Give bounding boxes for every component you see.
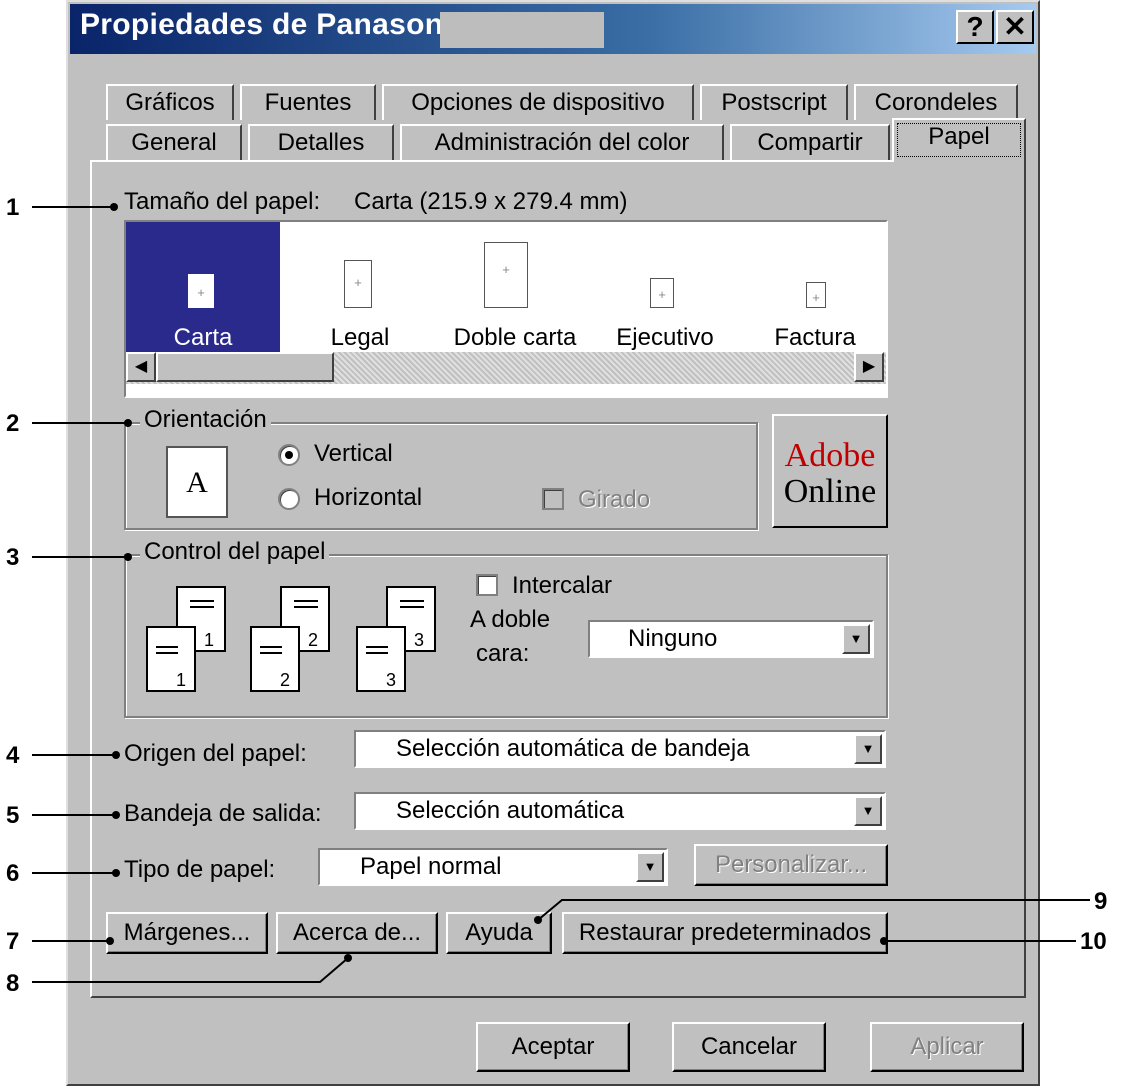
- chevron-down-icon[interactable]: ▼: [854, 796, 882, 826]
- duplex-label-line1: A doble: [470, 606, 551, 633]
- callout-line: [32, 814, 116, 816]
- paper-type-value: Papel normal: [360, 853, 502, 880]
- adobe-online-text: Online: [783, 473, 877, 510]
- tab-opciones-dispositivo[interactable]: Opciones de dispositivo: [382, 84, 694, 120]
- output-tray-value: Selección automática: [396, 797, 625, 824]
- apply-button[interactable]: Aplicar: [870, 1022, 1024, 1072]
- callout-9-leader: [534, 899, 1090, 924]
- about-button[interactable]: Acerca de...: [276, 912, 438, 954]
- paper-item-legal[interactable]: + Legal: [280, 222, 440, 356]
- paper-type-label: Tipo de papel:: [124, 856, 276, 883]
- orientation-group-label: Orientación: [140, 406, 271, 434]
- callout-line: [884, 940, 1076, 942]
- adobe-online-button[interactable]: Adobe Online: [772, 414, 888, 528]
- paper-type-select[interactable]: Papel normal ▼: [318, 848, 668, 886]
- callout-8-leader: [32, 954, 352, 983]
- title-redacted-block: [440, 12, 604, 48]
- paper-icon: +: [188, 274, 214, 308]
- collate-copy-3-icon: 3 3: [356, 586, 466, 696]
- callout-dot: [112, 869, 120, 877]
- chevron-down-icon[interactable]: ▼: [842, 624, 870, 654]
- output-tray-label: Bandeja de salida:: [124, 800, 322, 827]
- callout-9: 9: [1094, 888, 1108, 915]
- collate-copy-2-icon: 2 2: [250, 586, 360, 696]
- tab-corondeles[interactable]: Corondeles: [854, 84, 1018, 120]
- callout-2: 2: [6, 410, 20, 437]
- paper-icon: +: [484, 242, 528, 308]
- callout-dot: [112, 751, 120, 759]
- callout-4: 4: [6, 742, 20, 769]
- callout-line: [32, 940, 112, 942]
- tab-postscript[interactable]: Postscript: [700, 84, 848, 120]
- callout-7: 7: [6, 928, 20, 955]
- help-title-button[interactable]: ?: [956, 10, 994, 44]
- paper-size-label: Tamaño del papel:: [124, 188, 321, 215]
- callout-line: [32, 422, 128, 424]
- callout-8: 8: [6, 970, 20, 997]
- callout-dot: [124, 553, 132, 561]
- cancel-button[interactable]: Cancelar: [672, 1022, 826, 1072]
- margins-button[interactable]: Márgenes...: [106, 912, 268, 954]
- paper-item-ejecutivo[interactable]: + Ejecutivo: [590, 222, 740, 356]
- tab-fuentes[interactable]: Fuentes: [240, 84, 376, 120]
- rotated-label: Girado: [578, 486, 651, 513]
- collate-copy-1-icon: 1 1: [146, 586, 256, 696]
- scroll-right-arrow-icon[interactable]: ▶: [854, 352, 884, 382]
- window-title: Propiedades de Panasonic: [80, 8, 469, 41]
- portrait-page-icon: A: [166, 446, 228, 518]
- paper-icon: +: [344, 260, 372, 308]
- tab-graficos[interactable]: Gráficos: [106, 84, 234, 120]
- callout-dot: [112, 811, 120, 819]
- callout-10: 10: [1080, 928, 1107, 955]
- adobe-logo-text: Adobe: [784, 437, 876, 474]
- chevron-down-icon[interactable]: ▼: [636, 852, 664, 882]
- horizontal-label: Horizontal: [314, 484, 423, 511]
- duplex-label-line2: cara:: [476, 640, 530, 667]
- collate-label: Intercalar: [512, 572, 613, 599]
- horizontal-radio[interactable]: [278, 488, 300, 510]
- vertical-label: Vertical: [314, 440, 393, 467]
- paper-icon: +: [806, 282, 826, 308]
- tab-papel[interactable]: Papel: [892, 118, 1026, 162]
- chevron-down-icon[interactable]: ▼: [854, 734, 882, 764]
- tab-general[interactable]: General: [106, 124, 242, 160]
- scroll-left-arrow-icon[interactable]: ◀: [126, 352, 156, 382]
- callout-5: 5: [6, 802, 20, 829]
- callout-line: [32, 556, 128, 558]
- tab-administracion-color[interactable]: Administración del color: [400, 124, 724, 160]
- paper-icon: +: [650, 278, 674, 308]
- paper-item-factura[interactable]: + Factura: [740, 222, 890, 356]
- callout-dot: [124, 419, 132, 427]
- rotated-checkbox[interactable]: [542, 488, 564, 510]
- callout-6: 6: [6, 860, 20, 887]
- vertical-radio[interactable]: [278, 444, 300, 466]
- callout-line: [32, 754, 116, 756]
- paper-source-label: Origen del papel:: [124, 740, 307, 767]
- paper-control-group-label: Control del papel: [140, 538, 330, 566]
- ok-button[interactable]: Aceptar: [476, 1022, 630, 1072]
- callout-1: 1: [6, 194, 20, 221]
- paper-source-select[interactable]: Selección automática de bandeja ▼: [354, 730, 886, 768]
- tab-compartir[interactable]: Compartir: [730, 124, 890, 160]
- collate-checkbox[interactable]: [476, 574, 498, 596]
- callout-dot: [880, 937, 888, 945]
- paper-item-carta[interactable]: + Carta: [126, 222, 280, 356]
- horizontal-scrollbar[interactable]: ◀ ▶: [126, 352, 886, 384]
- callout-3: 3: [6, 544, 20, 571]
- close-icon[interactable]: ✕: [996, 10, 1034, 44]
- tab-detalles[interactable]: Detalles: [248, 124, 394, 160]
- duplex-select-value: Ninguno: [628, 625, 718, 652]
- callout-line: [32, 872, 116, 874]
- customize-button[interactable]: Personalizar...: [694, 844, 888, 886]
- duplex-select[interactable]: Ninguno ▼: [588, 620, 874, 658]
- scroll-thumb[interactable]: [156, 352, 334, 382]
- paper-size-value: Carta (215.9 x 279.4 mm): [354, 188, 628, 215]
- callout-dot: [106, 937, 114, 945]
- paper-item-doble-carta[interactable]: + Doble carta: [440, 222, 590, 356]
- paper-source-value: Selección automática de bandeja: [396, 735, 750, 762]
- output-tray-select[interactable]: Selección automática ▼: [354, 792, 886, 830]
- callout-line: [32, 206, 114, 208]
- callout-dot: [110, 203, 118, 211]
